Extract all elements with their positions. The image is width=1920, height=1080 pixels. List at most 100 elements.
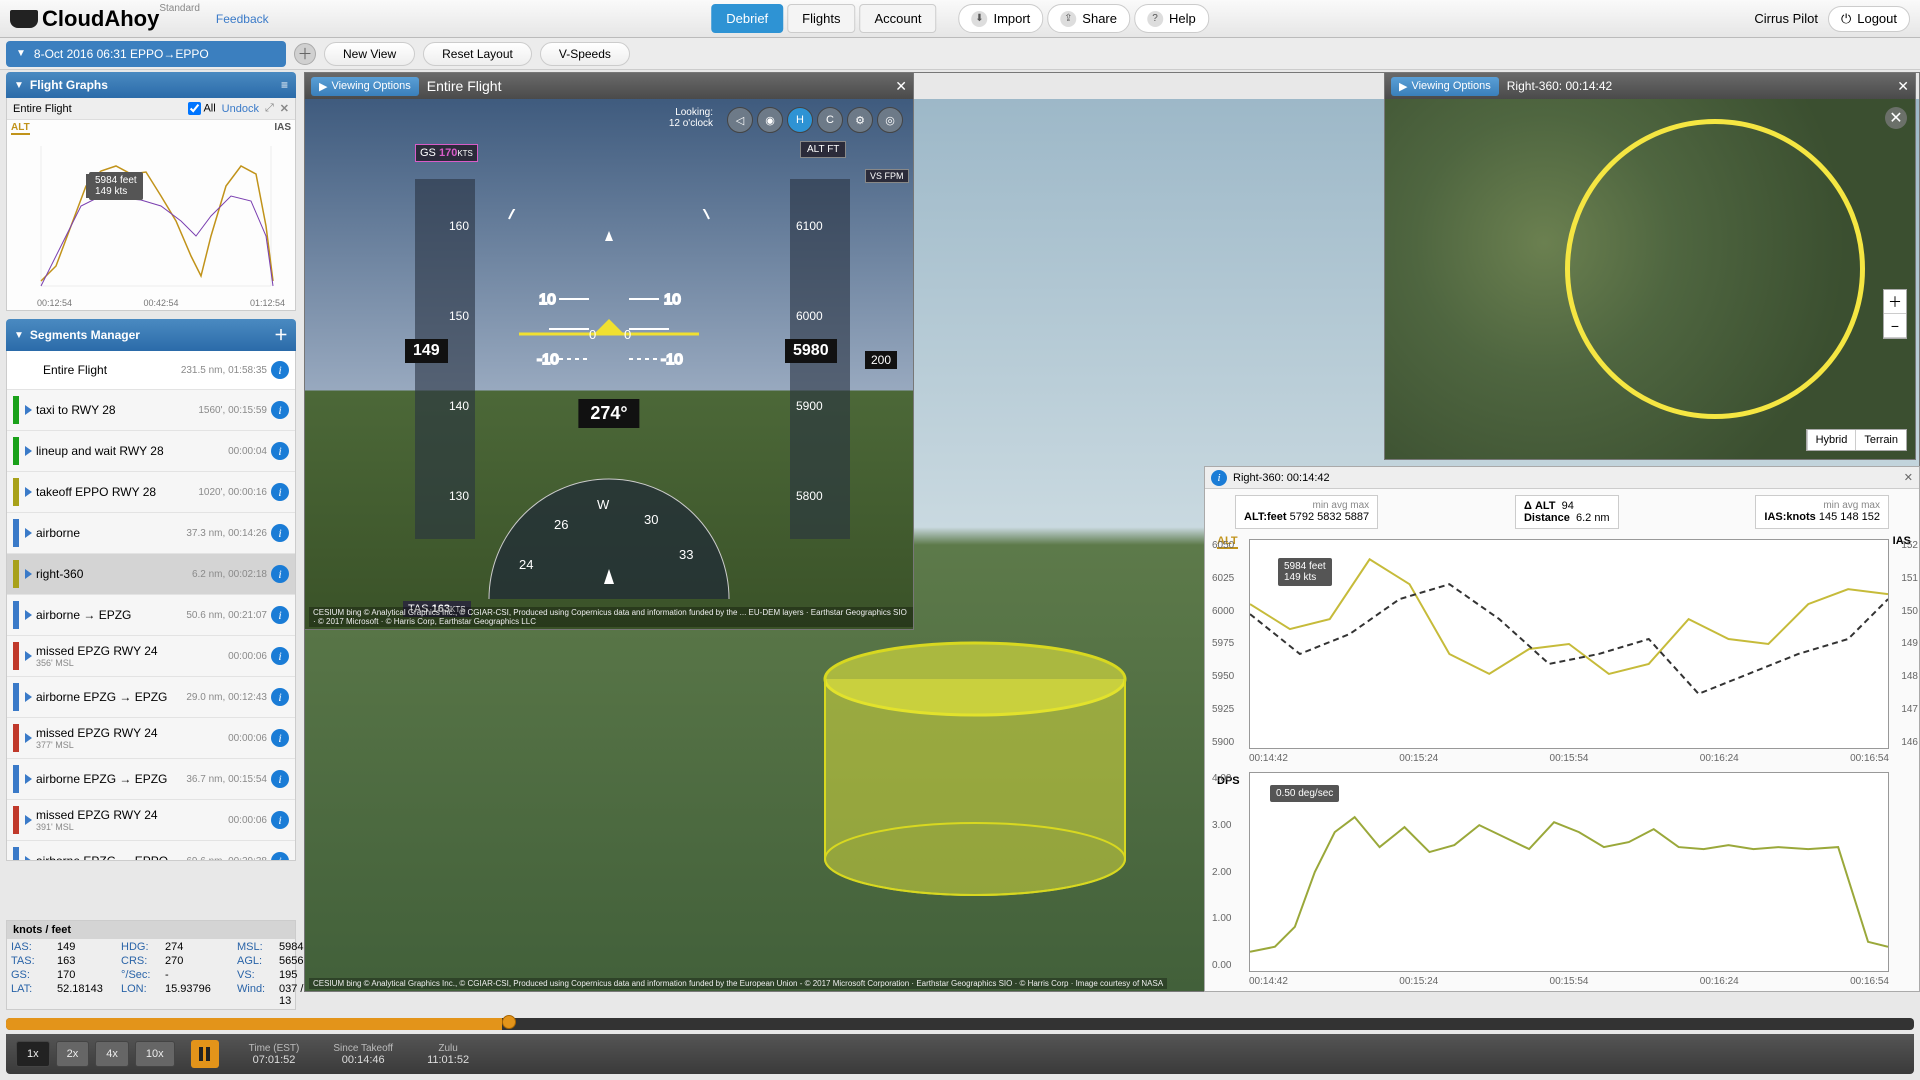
map-reset-icon[interactable]: ✕ bbox=[1885, 107, 1907, 129]
segment-row[interactable]: taxi to RWY 28 1560', 00:15:59i bbox=[7, 390, 295, 431]
play-icon bbox=[25, 733, 32, 743]
add-view-button[interactable]: ＋ bbox=[294, 43, 316, 65]
viewing-options-button[interactable]: ▶Viewing Options bbox=[1391, 77, 1499, 96]
segments-list: taxi to RWY 28 1560', 00:15:59i lineup a… bbox=[7, 390, 295, 860]
all-checkbox[interactable] bbox=[188, 102, 201, 115]
play-icon bbox=[25, 651, 32, 661]
reset-layout-button[interactable]: Reset Layout bbox=[423, 42, 532, 66]
chevron-right-icon: ▶ bbox=[319, 80, 327, 93]
top-toolbar: CloudAhoy Standard Feedback Debrief Flig… bbox=[0, 0, 1920, 38]
info-icon[interactable]: i bbox=[271, 688, 289, 706]
alt-axis-label: ALT bbox=[11, 122, 30, 135]
segments-header[interactable]: ▼Segments Manager＋ bbox=[6, 319, 296, 351]
play-pause-button[interactable] bbox=[191, 1040, 219, 1068]
alt-stats: min avg max ALT:feet 5792 5832 5887 bbox=[1235, 495, 1378, 529]
zoom-out-button[interactable]: − bbox=[1884, 314, 1906, 338]
help-button[interactable]: ?Help bbox=[1134, 4, 1209, 33]
feedback-link[interactable]: Feedback bbox=[216, 12, 269, 26]
info-icon[interactable]: i bbox=[271, 729, 289, 747]
info-icon[interactable]: i bbox=[271, 524, 289, 542]
chevron-down-icon: ▼ bbox=[14, 330, 24, 341]
svg-text:-10: -10 bbox=[661, 351, 683, 368]
close-icon[interactable]: ✕ bbox=[1897, 78, 1909, 95]
info-icon[interactable]: i bbox=[271, 565, 289, 583]
segment-row[interactable]: airborne EPZG → EPZG 29.0 nm, 00:12:43i bbox=[7, 677, 295, 718]
pfd-mode-c[interactable]: C bbox=[817, 107, 843, 133]
attitude-indicator: 1010 -10-10 00 bbox=[479, 209, 739, 409]
share-icon: ⇪ bbox=[1060, 11, 1076, 27]
map-view[interactable]: ✕ ＋ − Hybrid Terrain bbox=[1385, 99, 1915, 459]
add-segment-button[interactable]: ＋ bbox=[274, 325, 288, 345]
import-button[interactable]: ⬇Import bbox=[958, 4, 1043, 33]
world-attribution: CESIUM bing © Analytical Graphics Inc., … bbox=[309, 978, 1167, 989]
flight-graphs-header[interactable]: ▼Flight Graphs≡ bbox=[6, 72, 296, 98]
segment-row[interactable]: airborne 37.3 nm, 00:14:26i bbox=[7, 513, 295, 554]
close-icon[interactable]: ✕ bbox=[1904, 471, 1913, 484]
expand-icon[interactable]: ⤢ bbox=[265, 102, 274, 115]
cloud-icon bbox=[10, 10, 38, 28]
pfd-mode-gear[interactable]: ⚙ bbox=[847, 107, 873, 133]
pane-title: Right-360: 00:14:42 bbox=[1507, 79, 1612, 93]
close-icon[interactable]: ✕ bbox=[280, 102, 289, 115]
map-type-hybrid[interactable]: Hybrid bbox=[1807, 430, 1856, 450]
alt-ias-chart[interactable]: 5984 feet149 kts 60506025600059755950592… bbox=[1249, 539, 1889, 749]
info-icon[interactable]: i bbox=[271, 606, 289, 624]
svg-text:33: 33 bbox=[679, 547, 693, 562]
segment-row[interactable]: missed EPZG RWY 24356' MSL 00:00:06i bbox=[7, 636, 295, 677]
play-icon bbox=[25, 692, 32, 702]
overview-chart[interactable]: ALT IAS 5984 feet149 kts 00:12:54 00:42:… bbox=[7, 120, 295, 310]
segment-row[interactable]: right-360 6.2 nm, 00:02:18i bbox=[7, 554, 295, 595]
speed-10x[interactable]: 10x bbox=[135, 1041, 175, 1067]
info-icon[interactable]: i bbox=[271, 852, 289, 860]
undock-link[interactable]: Undock bbox=[222, 103, 259, 115]
power-icon: ⏻ bbox=[1841, 11, 1851, 27]
info-icon[interactable]: i bbox=[271, 811, 289, 829]
new-view-button[interactable]: New View bbox=[324, 42, 415, 66]
vspeeds-button[interactable]: V-Speeds bbox=[540, 42, 630, 66]
info-icon[interactable]: i bbox=[271, 361, 289, 379]
segment-row[interactable]: lineup and wait RWY 28 00:00:04i bbox=[7, 431, 295, 472]
logo-text: CloudAhoy bbox=[42, 6, 159, 32]
segment-row[interactable]: missed EPZG RWY 24391' MSL 00:00:06i bbox=[7, 800, 295, 841]
speed-2x[interactable]: 2x bbox=[56, 1041, 90, 1067]
pfd-mode-eye2[interactable]: ◎ bbox=[877, 107, 903, 133]
graph-scope-label: Entire Flight bbox=[13, 103, 72, 115]
tab-flights[interactable]: Flights bbox=[787, 4, 855, 33]
flight-path-overlay bbox=[1565, 119, 1865, 419]
pfd-view-eye[interactable]: ◉ bbox=[757, 107, 783, 133]
pfd-view-prev[interactable]: ◁ bbox=[727, 107, 753, 133]
flight-selector[interactable]: ▼8-Oct 2016 06:31 EPPO→EPPO bbox=[6, 41, 286, 67]
close-icon[interactable]: ✕ bbox=[895, 78, 907, 95]
svg-text:24: 24 bbox=[519, 557, 533, 572]
info-icon[interactable]: i bbox=[1211, 470, 1227, 486]
pfd-display[interactable]: Looking:12 o'clock ◁ ◉ H C ⚙ ◎ GS 170KTS… bbox=[305, 99, 913, 629]
info-icon[interactable]: i bbox=[271, 442, 289, 460]
timeline-handle[interactable] bbox=[502, 1015, 516, 1029]
segment-entire-flight[interactable]: Entire Flight 231.5 nm, 01:58:35 i bbox=[7, 351, 295, 390]
tab-debrief[interactable]: Debrief bbox=[711, 4, 783, 33]
pfd-mode-h[interactable]: H bbox=[787, 107, 813, 133]
info-icon[interactable]: i bbox=[271, 401, 289, 419]
segment-row[interactable]: takeoff EPPO RWY 28 1020', 00:00:16i bbox=[7, 472, 295, 513]
map-type-terrain[interactable]: Terrain bbox=[1855, 430, 1906, 450]
logout-button[interactable]: ⏻Logout bbox=[1828, 6, 1910, 32]
info-icon[interactable]: i bbox=[271, 647, 289, 665]
speed-1x[interactable]: 1x bbox=[16, 1041, 50, 1067]
viewing-options-button[interactable]: ▶Viewing Options bbox=[311, 77, 419, 96]
segment-row[interactable]: airborne → EPZG 50.6 nm, 00:21:07i bbox=[7, 595, 295, 636]
dps-chart[interactable]: 0.50 deg/sec 4.003.002.001.000.00 bbox=[1249, 772, 1889, 972]
segment-row[interactable]: airborne EPZG → EPZG 36.7 nm, 00:15:54i bbox=[7, 759, 295, 800]
speed-4x[interactable]: 4x bbox=[95, 1041, 129, 1067]
download-icon: ⬇ bbox=[971, 11, 987, 27]
segment-row[interactable]: missed EPZG RWY 24377' MSL 00:00:06i bbox=[7, 718, 295, 759]
share-button[interactable]: ⇪Share bbox=[1047, 4, 1130, 33]
info-icon[interactable]: i bbox=[271, 483, 289, 501]
svg-text:26: 26 bbox=[554, 517, 568, 532]
info-icon[interactable]: i bbox=[271, 770, 289, 788]
zoom-in-button[interactable]: ＋ bbox=[1884, 290, 1906, 314]
timeline-scrubber[interactable] bbox=[6, 1018, 1914, 1030]
play-icon bbox=[25, 610, 32, 620]
segment-row[interactable]: airborne EPZG → EPPO 69.6 nm, 00:29:38i bbox=[7, 841, 295, 860]
tab-account[interactable]: Account bbox=[859, 4, 936, 33]
menu-icon[interactable]: ≡ bbox=[281, 78, 288, 92]
